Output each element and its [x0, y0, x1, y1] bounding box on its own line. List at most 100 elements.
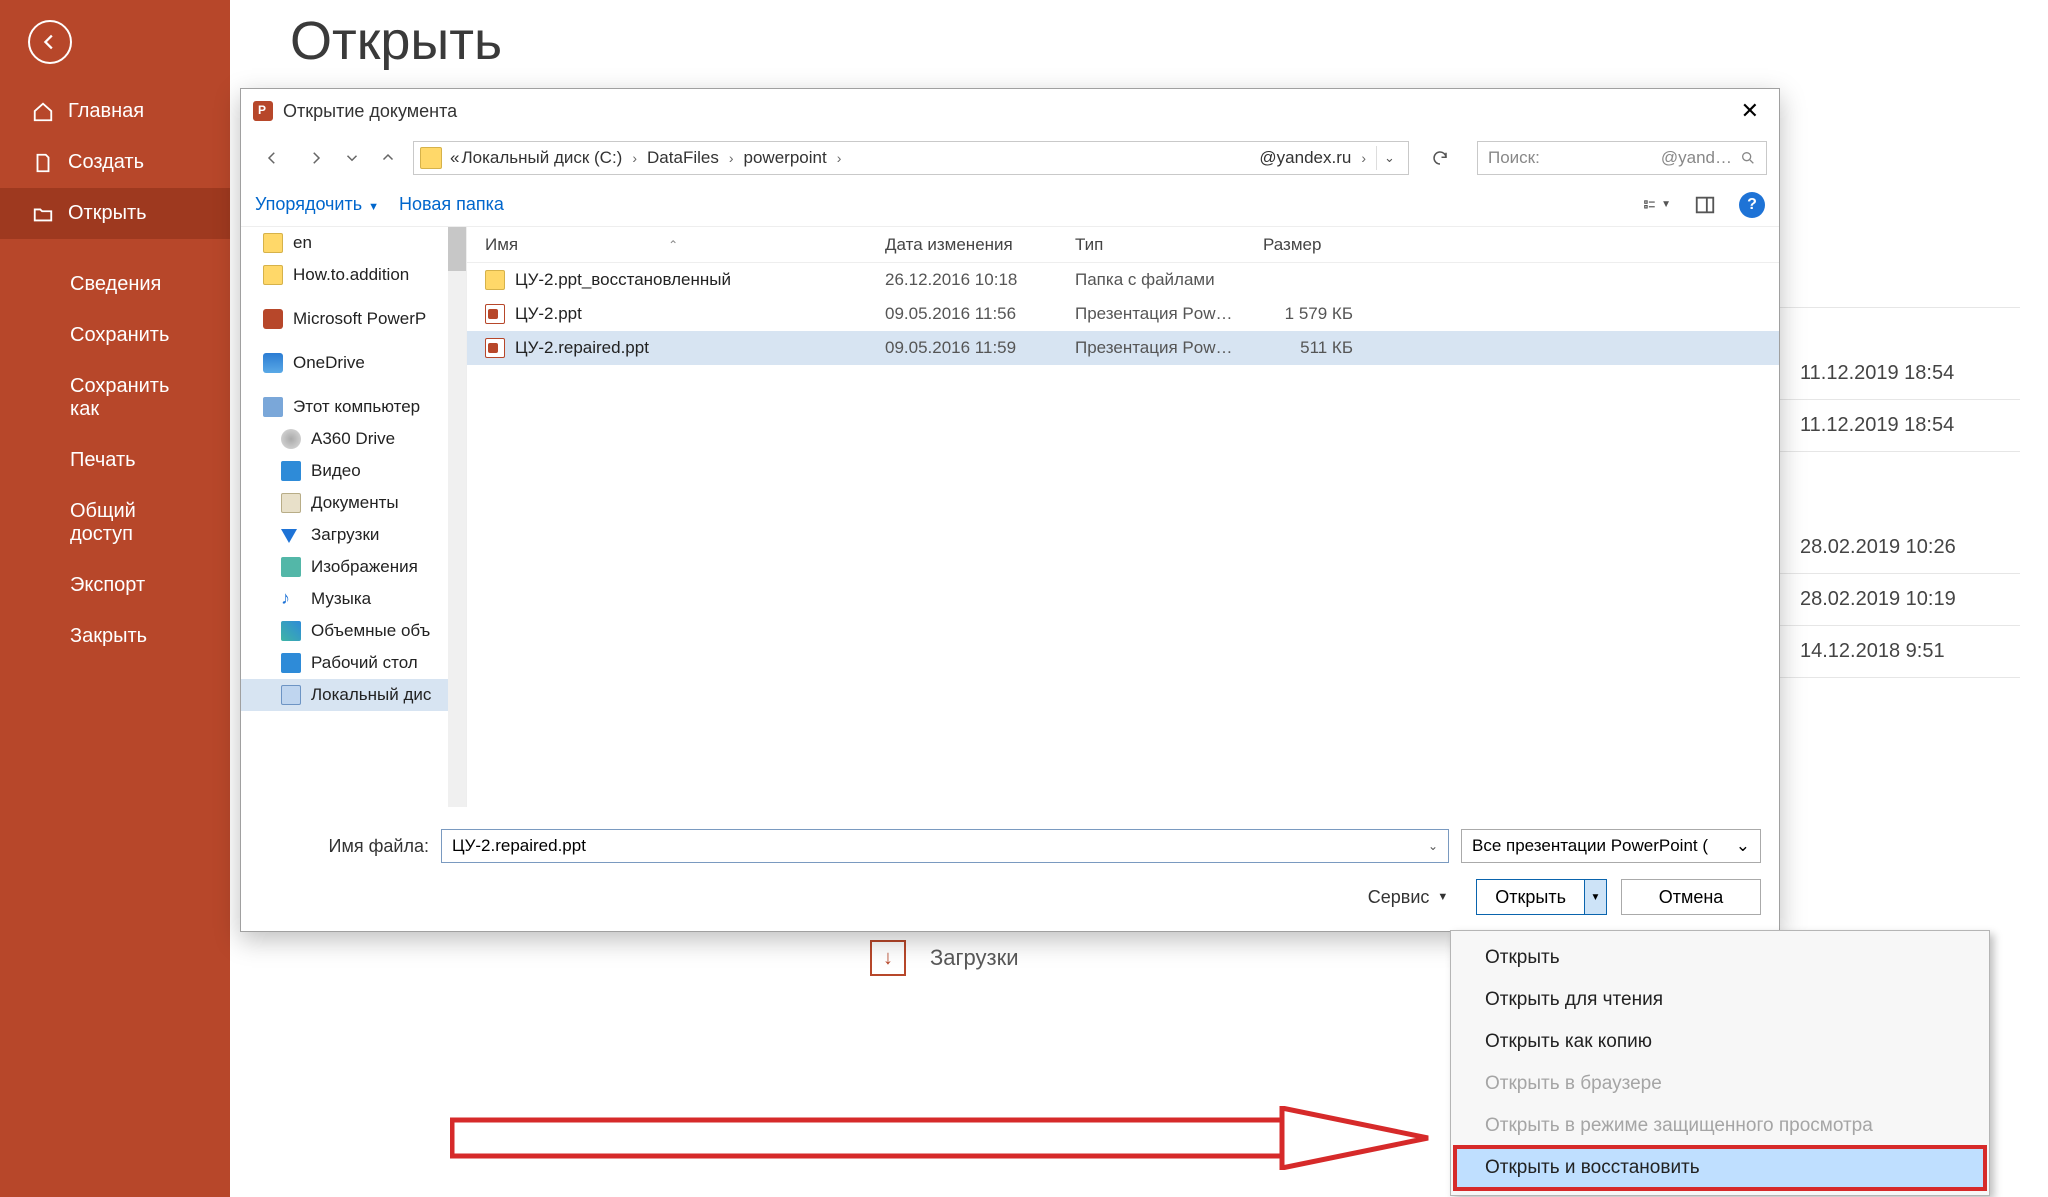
- video-icon: [281, 461, 301, 481]
- nav-info[interactable]: Сведения: [0, 259, 230, 310]
- file-row[interactable]: ЦУ-2.ppt_восстановленный 26.12.2016 10:1…: [467, 263, 1779, 297]
- nav-back-button[interactable]: [253, 139, 291, 177]
- breadcrumb-seg[interactable]: powerpoint: [744, 148, 827, 168]
- nav-share[interactable]: Общий доступ: [0, 486, 230, 560]
- dialog-title: Открытие документа: [283, 101, 1733, 122]
- search-placeholder: Поиск:: [1488, 148, 1540, 168]
- file-date: 09.05.2016 11:59: [885, 338, 1075, 358]
- tree-item-documents[interactable]: Документы: [241, 487, 466, 519]
- powerpoint-icon: [253, 101, 273, 121]
- tree-item-a360[interactable]: A360 Drive: [241, 423, 466, 455]
- dialog-footer: Имя файла: ЦУ-2.repaired.ppt ⌄ Все презе…: [241, 807, 1779, 931]
- tree-item-mspowerpoint[interactable]: Microsoft PowerP: [241, 303, 466, 335]
- tree-item-music[interactable]: ♪Музыка: [241, 583, 466, 615]
- tree-item-images[interactable]: Изображения: [241, 551, 466, 583]
- tree-item-howto[interactable]: How.to.addition: [241, 259, 466, 291]
- menu-item-open-repair[interactable]: Открыть и восстановить: [1455, 1147, 1985, 1189]
- nav-open[interactable]: Открыть: [0, 188, 230, 239]
- folder-tree[interactable]: en How.to.addition Microsoft PowerP OneD…: [241, 227, 467, 807]
- help-button[interactable]: ?: [1739, 192, 1765, 218]
- search-scope: @yand…: [1661, 148, 1732, 168]
- col-date[interactable]: Дата изменения: [885, 235, 1075, 255]
- downloads-location[interactable]: ↓ Загрузки: [870, 940, 1019, 976]
- file-date: 26.12.2016 10:18: [885, 270, 1075, 290]
- filename-input[interactable]: ЦУ-2.repaired.ppt ⌄: [441, 829, 1449, 863]
- col-size[interactable]: Размер: [1263, 235, 1373, 255]
- open-split-button[interactable]: Открыть ▼: [1476, 879, 1607, 915]
- tree-item-downloads[interactable]: Загрузки: [241, 519, 466, 551]
- tree-item-localdisk[interactable]: Локальный дис: [241, 679, 466, 711]
- breadcrumb-seg[interactable]: Локальный диск (C:): [461, 148, 622, 168]
- breadcrumb-tail[interactable]: @yandex.ru: [1259, 148, 1351, 168]
- chevron-right-icon[interactable]: ›: [1353, 150, 1374, 166]
- breadcrumb[interactable]: « Локальный диск (C:)› DataFiles› powerp…: [413, 141, 1409, 175]
- menu-item-open-browser: Открыть в браузере: [1455, 1063, 1985, 1105]
- chevron-down-icon: ▼: [1437, 891, 1448, 903]
- pc-icon: [263, 397, 283, 417]
- downloads-label: Загрузки: [930, 945, 1019, 971]
- organize-button[interactable]: Упорядочить▼: [255, 194, 379, 215]
- search-input[interactable]: Поиск: @yand…: [1477, 141, 1767, 175]
- nav-close[interactable]: Закрыть: [0, 611, 230, 662]
- nav-export[interactable]: Экспорт: [0, 560, 230, 611]
- nav-up-button[interactable]: [369, 139, 407, 177]
- col-type[interactable]: Тип: [1075, 235, 1263, 255]
- tree-item-video[interactable]: Видео: [241, 455, 466, 487]
- open-dropdown-toggle[interactable]: ▼: [1584, 880, 1606, 914]
- download-arrow-icon: ↓: [870, 940, 906, 976]
- open-button[interactable]: Открыть: [1477, 880, 1584, 914]
- chevron-down-icon[interactable]: ⌄: [1428, 839, 1438, 853]
- dialog-toolbar: Упорядочить▼ Новая папка ▼ ?: [241, 183, 1779, 227]
- close-button[interactable]: ✕: [1733, 98, 1767, 124]
- tools-button[interactable]: Сервис▼: [1368, 887, 1449, 908]
- nav-history-dropdown[interactable]: [341, 139, 363, 177]
- chevron-right-icon[interactable]: ›: [624, 150, 645, 166]
- chevron-right-icon[interactable]: ›: [721, 150, 742, 166]
- nav-forward-button[interactable]: [297, 139, 335, 177]
- tree-item-onedrive[interactable]: OneDrive: [241, 347, 466, 379]
- menu-item-open-copy[interactable]: Открыть как копию: [1455, 1021, 1985, 1063]
- cancel-button[interactable]: Отмена: [1621, 879, 1761, 915]
- tree-item-en[interactable]: en: [241, 227, 466, 259]
- images-icon: [281, 557, 301, 577]
- chevron-right-icon[interactable]: ›: [829, 150, 850, 166]
- file-row[interactable]: ЦУ-2.ppt 09.05.2016 11:56 Презентация Po…: [467, 297, 1779, 331]
- chevron-down-icon: ▼: [368, 201, 379, 213]
- menu-item-open-readonly[interactable]: Открыть для чтения: [1455, 979, 1985, 1021]
- nav-new[interactable]: Создать: [0, 137, 230, 188]
- nav-save[interactable]: Сохранить: [0, 310, 230, 361]
- arrow-left-icon: [39, 31, 61, 53]
- menu-item-open-protected: Открыть в режиме защищенного просмотра: [1455, 1105, 1985, 1147]
- menu-item-open[interactable]: Открыть: [1455, 937, 1985, 979]
- nav-print[interactable]: Печать: [0, 435, 230, 486]
- disk-icon: [281, 685, 301, 705]
- refresh-button[interactable]: [1423, 141, 1457, 175]
- tree-item-desktop[interactable]: Рабочий стол: [241, 647, 466, 679]
- preview-pane-button[interactable]: [1691, 191, 1719, 219]
- nav-home[interactable]: Главная: [0, 86, 230, 137]
- nav-saveas[interactable]: Сохранить как: [0, 361, 230, 435]
- file-row[interactable]: ЦУ-2.repaired.ppt 09.05.2016 11:59 Презе…: [467, 331, 1779, 365]
- col-name[interactable]: Имя⌃: [485, 235, 885, 255]
- filename-value: ЦУ-2.repaired.ppt: [452, 836, 586, 856]
- view-mode-button[interactable]: ▼: [1643, 191, 1671, 219]
- back-button[interactable]: [28, 20, 72, 64]
- folder-open-icon: [32, 203, 54, 225]
- breadcrumb-seg[interactable]: DataFiles: [647, 148, 719, 168]
- recent-date: 11.12.2019 18:54: [1800, 362, 2020, 385]
- file-type-filter[interactable]: Все презентации PowerPoint ( ⌄: [1461, 829, 1761, 863]
- file-name: ЦУ-2.ppt: [515, 304, 582, 324]
- breadcrumb-dropdown[interactable]: ⌄: [1376, 146, 1402, 170]
- tree-scroll-thumb[interactable]: [448, 227, 466, 271]
- tree-item-thispc[interactable]: Этот компьютер: [241, 391, 466, 423]
- nav-new-label: Создать: [68, 151, 144, 174]
- file-type: Папка с файлами: [1075, 270, 1263, 290]
- tree-scrollbar[interactable]: [448, 227, 466, 807]
- a360-icon: [281, 429, 301, 449]
- folder-icon: [420, 147, 442, 169]
- download-icon: [281, 525, 301, 545]
- tree-item-3dobjects[interactable]: Объемные объ: [241, 615, 466, 647]
- new-folder-button[interactable]: Новая папка: [399, 194, 504, 215]
- music-icon: ♪: [281, 589, 301, 609]
- folder-icon: [263, 233, 283, 253]
